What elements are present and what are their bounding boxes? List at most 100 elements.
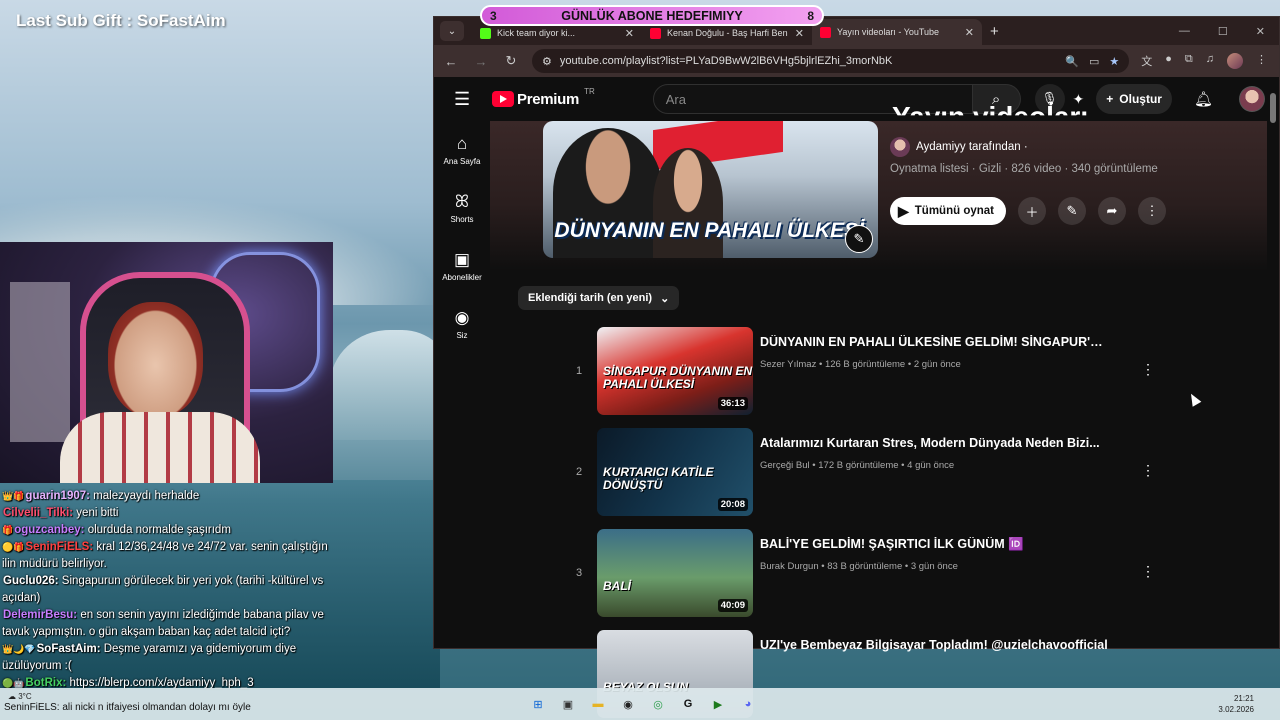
chat-message: 🎁oguzcanbey: olurduda normalde şaşırıdm	[2, 522, 332, 539]
chat-username[interactable]: SoFastAim:	[37, 643, 101, 655]
play-all-button[interactable]: ▶ Tümünü oynat	[890, 197, 1006, 225]
new-tab-button[interactable]: +	[990, 23, 999, 40]
edit-thumbnail-icon[interactable]: ✎	[845, 225, 873, 253]
browser-window: ⌄ Kick team diyor ki... ✕ Kenan Doğulu -…	[433, 16, 1280, 718]
owner-name: Aydamiyy tarafından ·	[916, 141, 1028, 153]
reload-icon[interactable]: ↻	[502, 53, 520, 69]
chat-username[interactable]: Cilvelii_Tilki:	[3, 507, 73, 519]
cast-icon[interactable]: ▭	[1089, 55, 1099, 68]
hamburger-menu-icon[interactable]: ☰	[454, 89, 476, 110]
chat-username[interactable]: Guclu026:	[3, 575, 59, 587]
chat-username[interactable]: guarin1907:	[25, 490, 90, 502]
file-explorer-icon[interactable]: ▬	[588, 694, 608, 714]
sort-dropdown[interactable]: Eklendiği tarih (en yeni) ⌄	[518, 286, 680, 310]
window-controls: — ☐ ✕	[1179, 25, 1279, 38]
tab-search-button[interactable]: ⌄	[440, 21, 464, 41]
zoom-icon[interactable]: 🔍	[1065, 55, 1079, 68]
video-more-icon[interactable]: ⋮	[1141, 462, 1155, 479]
playlist-owner[interactable]: Aydamiyy tarafından ·	[890, 137, 1028, 157]
puzzle-icon[interactable]: ⧉	[1185, 53, 1193, 69]
url-text[interactable]: youtube.com/playlist?list=PLYaD9BwW2lB6V…	[560, 55, 893, 67]
account-avatar[interactable]	[1239, 86, 1265, 112]
sidebar-item-home[interactable]: ⌂ Ana Sayfa	[434, 121, 490, 179]
back-icon[interactable]: ←	[442, 54, 460, 69]
omnibox[interactable]: ⚙ youtube.com/playlist?list=PLYaD9BwW2lB…	[532, 49, 1130, 73]
sidebar-item-subscriptions[interactable]: ▣ Abonelikler	[434, 237, 490, 295]
profile-avatar[interactable]	[1227, 53, 1243, 69]
chat-badges-icon: 👑🎁	[2, 491, 25, 501]
video-title[interactable]: Atalarımızı Kurtaran Stres, Modern Dünya…	[760, 436, 1110, 450]
video-index: 1	[575, 365, 583, 377]
start-icon[interactable]: ⊞	[528, 694, 548, 714]
thumbnail-caption: KURTARICI KATİLE DÖNÜŞTÜ	[603, 465, 714, 492]
chat-message: 👑🌙💎SoFastAim: Deşme yaramızı ya gidemiyo…	[2, 641, 332, 675]
taskbar-clock[interactable]: 21:21 3.02.2026	[1218, 693, 1254, 715]
video-thumbnail[interactable]: KURTARICI KATİLE DÖNÜŞTÜ 20:08	[597, 428, 753, 516]
video-row[interactable]: 3 BALİ 40:09 BALİ'YE GELDİM! ŞAŞIRTICI İ…	[569, 527, 1159, 628]
notifications-bell-icon[interactable]: 🔔︎	[1194, 90, 1213, 108]
webcam-feed	[0, 242, 333, 483]
youtube-play-icon	[491, 91, 514, 107]
chat-username[interactable]: SeninFiELS:	[25, 541, 93, 553]
g-app-icon[interactable]: G	[678, 694, 698, 714]
video-thumbnail[interactable]: BALİ 40:09	[597, 529, 753, 617]
more-options-icon[interactable]: ⋮	[1138, 197, 1166, 225]
browser-tab[interactable]: Yayın videoları - YouTube ✕	[812, 19, 982, 45]
video-title[interactable]: BALİ'YE GELDİM! ŞAŞIRTICI İLK GÜNÜM 🆔	[760, 537, 1110, 552]
last-sub-overlay: Last Sub Gift : SoFastAim	[16, 11, 226, 30]
add-icon[interactable]: ＋	[1018, 197, 1046, 225]
video-channel[interactable]: Gerçeği Bul	[760, 460, 810, 471]
video-title[interactable]: UZI'ye Bembeyaz Bilgisayar Topladım! @uz…	[760, 638, 1110, 652]
edit-icon[interactable]: ✎	[1058, 197, 1086, 225]
video-thumbnail[interactable]: SİNGAPUR DÜNYANIN EN PAHALI ÜLKESİ 36:13	[597, 327, 753, 415]
video-title[interactable]: DÜNYANIN EN PAHALI ÜLKESİNE GELDİM! SİNG…	[760, 335, 1110, 349]
stream-chat: 👑🎁guarin1907: malezyaydı herhalde Cilveli…	[2, 488, 332, 692]
create-label: Oluştur	[1119, 92, 1162, 106]
obs-icon[interactable]: ◉	[618, 694, 638, 714]
create-button[interactable]: + Oluştur	[1096, 84, 1172, 114]
youtube-logo-word: Premium	[516, 90, 580, 108]
video-index: 3	[575, 567, 583, 579]
sidebar-item-label: Abonelikler	[442, 272, 482, 282]
tab-close-icon[interactable]: ✕	[625, 27, 634, 40]
video-more-icon[interactable]: ⋮	[1141, 361, 1155, 378]
chat-username[interactable]: oguzcanbey:	[14, 524, 84, 536]
task-view-icon[interactable]: ▣	[558, 694, 578, 714]
translate-icon[interactable]: 文	[1141, 53, 1152, 69]
site-info-icon[interactable]: ⚙	[542, 55, 552, 68]
share-icon[interactable]: ➦	[1098, 197, 1126, 225]
video-row[interactable]: 2 KURTARICI KATİLE DÖNÜŞTÜ 20:08 Ataları…	[569, 426, 1159, 527]
weather-widget[interactable]: ☁ 3°C	[8, 692, 32, 701]
taskbar-apps: ⊞ ▣ ▬ ◉ ◎ G ▶ ◕	[528, 694, 758, 714]
chat-username[interactable]: DelemirBesu:	[3, 609, 77, 621]
playlist-thumbnail[interactable]: DÜNYANIN EN PAHALI ÜLKESİ ✎	[543, 121, 878, 258]
sidebar-item-shorts[interactable]: ꕤ Shorts	[434, 179, 490, 237]
video-index: 2	[575, 466, 583, 478]
extension-icon[interactable]: ●	[1165, 53, 1172, 69]
video-duration: 20:08	[717, 498, 748, 511]
chrome-icon[interactable]: ◎	[648, 694, 668, 714]
tab-title: Yayın videoları - YouTube	[837, 27, 940, 37]
browser-menu-icon[interactable]: ⋮	[1256, 53, 1267, 69]
plus-icon: +	[1106, 92, 1114, 106]
bookmark-star-icon[interactable]: ★	[1109, 55, 1119, 68]
media-icon[interactable]: ♫	[1206, 53, 1214, 69]
maximize-icon[interactable]: ☐	[1218, 25, 1228, 38]
weather-icon: ☁	[8, 692, 16, 701]
minimize-icon[interactable]: —	[1179, 25, 1190, 38]
forward-icon[interactable]: →	[472, 54, 490, 69]
extension-icons: 文 ● ⧉ ♫ ⋮	[1141, 53, 1271, 69]
youtube-logo[interactable]: Premium TR	[491, 87, 595, 108]
video-channel[interactable]: Burak Durgun	[760, 561, 819, 572]
video-row[interactable]: 1 SİNGAPUR DÜNYANIN EN PAHALI ÜLKESİ 36:…	[569, 325, 1159, 426]
scrollbar[interactable]	[1270, 93, 1276, 123]
terminal-icon[interactable]: ▶	[708, 694, 728, 714]
chat-text: olurduda normalde şaşırıdm	[84, 524, 231, 536]
tab-close-icon[interactable]: ✕	[965, 26, 974, 39]
tab-close-icon[interactable]: ✕	[795, 27, 804, 40]
discord-icon[interactable]: ◕	[738, 694, 758, 714]
video-channel[interactable]: Sezer Yılmaz	[760, 359, 816, 370]
close-window-icon[interactable]: ✕	[1256, 25, 1265, 38]
video-more-icon[interactable]: ⋮	[1141, 563, 1155, 580]
sidebar-item-you[interactable]: ◉ Siz	[434, 295, 490, 353]
